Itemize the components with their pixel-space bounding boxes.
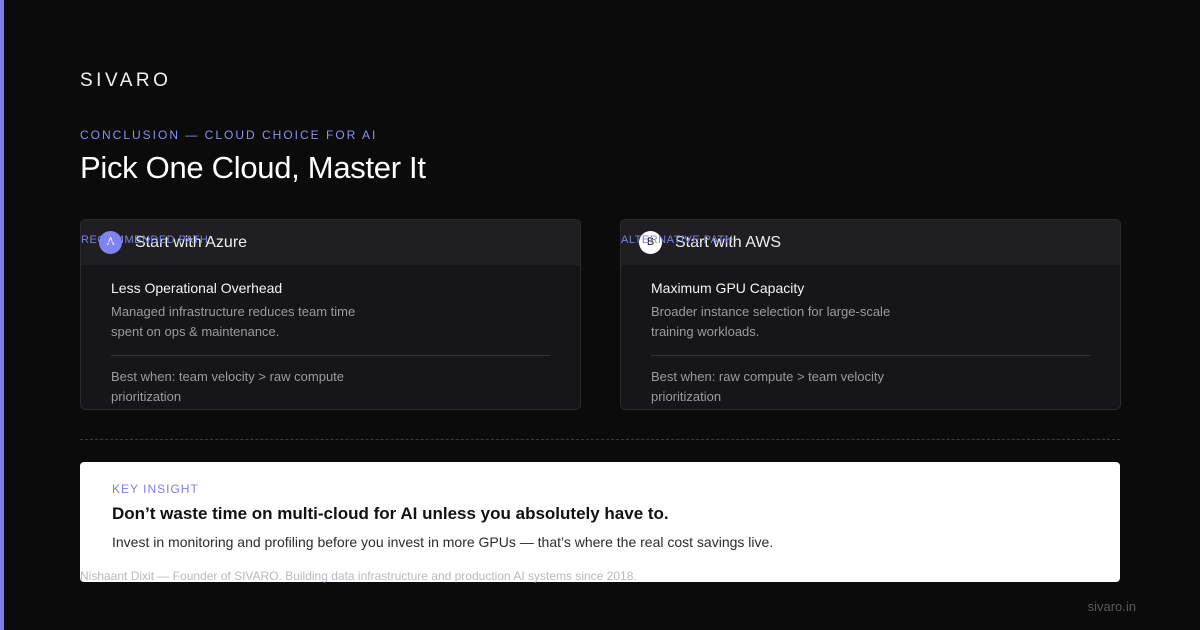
insight-headline: Don’t waste time on multi-cloud for AI u… [112, 504, 669, 523]
divider [111, 355, 550, 356]
brand-logo: SIVARO [80, 70, 172, 91]
option-description: Broader instance selection for large-sca… [651, 304, 891, 339]
key-insight-card: KEY INSIGHT Don’t waste time on multi-cl… [80, 462, 1120, 582]
option-tag: ALTERNATIVE PATH [621, 234, 734, 246]
option-tag: RECOMMENDED PATH [81, 234, 209, 246]
option-heading: Less Operational Overhead [111, 280, 283, 296]
card-header: A Start with Azure RECOMMENDED PATH [81, 220, 580, 265]
option-best-when: Best when: team velocity > raw compute p… [111, 369, 345, 404]
accent-bar [0, 0, 4, 630]
insight-body: Invest in monitoring and profiling befor… [112, 534, 774, 550]
page-title: Pick One Cloud, Master It [80, 150, 426, 185]
insight-label: KEY INSIGHT [112, 482, 199, 496]
option-card-azure: A Start with Azure RECOMMENDED PATH Less… [80, 219, 581, 410]
card-header: B Start with AWS ALTERNATIVE PATH [621, 220, 1120, 265]
divider [651, 355, 1090, 356]
option-card-aws: B Start with AWS ALTERNATIVE PATH Maximu… [620, 219, 1121, 410]
site-url: sivaro.in [1087, 599, 1136, 614]
option-heading: Maximum GPU Capacity [651, 280, 805, 296]
option-description: Managed infrastructure reduces team time… [111, 304, 356, 339]
section-eyebrow: CONCLUSION — CLOUD CHOICE FOR AI [80, 128, 378, 142]
option-best-when: Best when: raw compute > team velocity p… [651, 369, 885, 404]
dashed-divider [80, 439, 1120, 440]
author-credit: Nishaant Dixit — Founder of SIVARO. Buil… [80, 569, 637, 583]
